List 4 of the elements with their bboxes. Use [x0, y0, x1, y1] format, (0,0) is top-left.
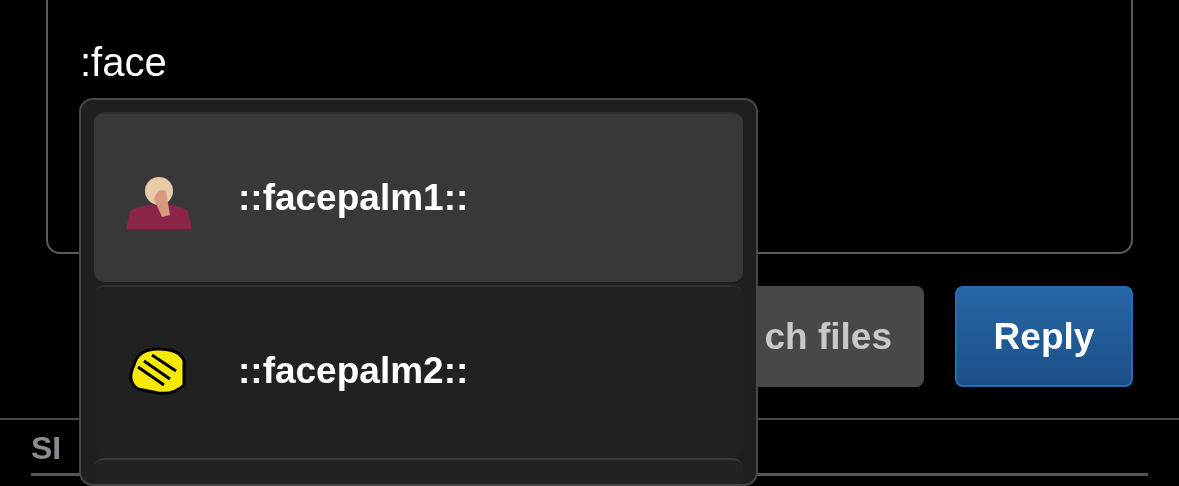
suggestion-item[interactable]: ::facepalm1::	[94, 112, 743, 282]
tab[interactable]: SI	[31, 430, 62, 467]
reply-button[interactable]: Reply	[955, 286, 1133, 387]
suggestion-item[interactable]	[94, 458, 743, 484]
